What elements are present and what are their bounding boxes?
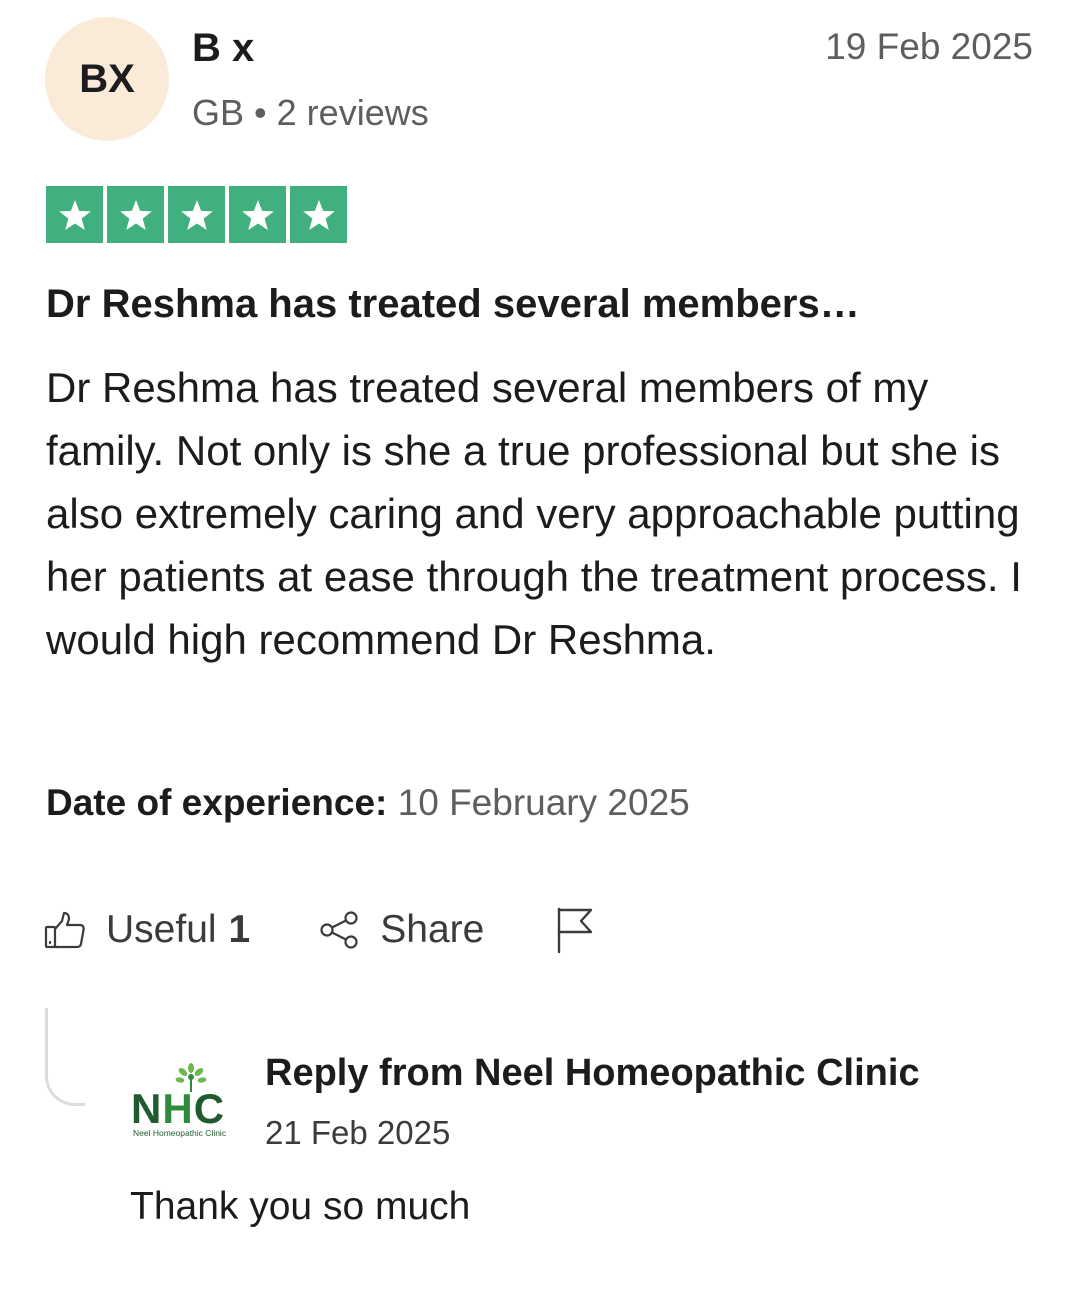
star-icon bbox=[107, 186, 164, 243]
share-icon bbox=[318, 909, 380, 951]
logo-letter-h: H bbox=[162, 1085, 194, 1132]
reply-heading: Reply from Neel Homeopathic Clinic bbox=[265, 1052, 920, 1094]
logo-letter-c: C bbox=[193, 1085, 226, 1132]
reviewer-name[interactable]: B x bbox=[192, 26, 254, 71]
useful-button[interactable]: Useful 1 bbox=[44, 908, 250, 952]
share-button[interactable]: Share bbox=[318, 908, 484, 952]
review-actions: Useful 1 Share bbox=[44, 900, 594, 960]
share-label: Share bbox=[380, 908, 485, 951]
reply-connector bbox=[45, 1008, 85, 1106]
star-icon bbox=[290, 186, 347, 243]
flag-icon bbox=[554, 906, 594, 954]
star-rating bbox=[46, 186, 347, 243]
report-button[interactable] bbox=[554, 906, 594, 954]
star-icon bbox=[229, 186, 286, 243]
reviewer-meta: GB • 2 reviews bbox=[192, 92, 429, 134]
review-date: 19 Feb 2025 bbox=[825, 26, 1033, 67]
useful-label: Useful bbox=[106, 908, 217, 951]
meta-separator: • bbox=[254, 92, 267, 133]
reply-date: 21 Feb 2025 bbox=[265, 1114, 451, 1151]
useful-count: 1 bbox=[228, 908, 251, 951]
experience-label: Date of experience: bbox=[46, 782, 388, 823]
reviewer-country: GB bbox=[192, 92, 245, 133]
logo-letter-n: N bbox=[131, 1085, 163, 1132]
logo-subtitle: Neel Homeopathic Clinic bbox=[133, 1128, 227, 1138]
experience-date: 10 February 2025 bbox=[397, 782, 690, 823]
star-icon bbox=[46, 186, 103, 243]
logo-initials: NHC bbox=[131, 1088, 241, 1130]
avatar[interactable]: BX bbox=[45, 17, 169, 141]
reply-text: Thank you so much bbox=[130, 1185, 471, 1228]
date-of-experience: Date of experience: 10 February 2025 bbox=[46, 782, 690, 824]
review-card: BX B x GB • 2 reviews 19 Feb 2025 Dr Res… bbox=[0, 0, 1080, 1308]
thumbs-up-icon bbox=[44, 909, 106, 951]
review-title[interactable]: Dr Reshma has treated several members… bbox=[46, 282, 860, 327]
reviewer-review-count: 2 reviews bbox=[276, 92, 429, 133]
clinic-logo[interactable]: NHC Neel Homeopathic Clinic bbox=[131, 1062, 241, 1142]
star-icon bbox=[168, 186, 225, 243]
review-body: Dr Reshma has treated several members of… bbox=[46, 364, 1022, 663]
